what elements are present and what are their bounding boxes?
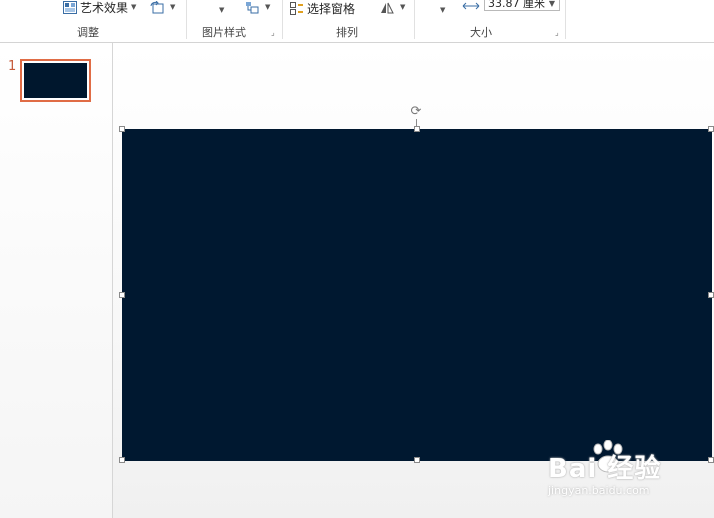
selection-pane-icon [290, 1, 303, 15]
width-icon [462, 2, 480, 10]
rotate-objects-button[interactable]: ▼ [380, 0, 405, 15]
reset-picture-icon [150, 0, 164, 13]
ribbon: 艺术效果 ▼ ▼ 调整 ▼ ▼ 图片样式 ⌟ 选择窗格 ▼ 排列 ▼ 大小 ⌟ … [0, 0, 714, 43]
rotate-objects-icon [381, 2, 394, 13]
rotate-objects-caret-icon: ▼ [400, 3, 406, 11]
art-effects-label: 艺术效果 [80, 0, 129, 15]
art-effects-icon [63, 0, 77, 14]
group-picture-styles: ▼ ▼ 图片样式 ⌟ [187, 0, 282, 42]
resize-handle-top-right[interactable] [708, 126, 714, 132]
group-arrange: 选择窗格 ▼ 排列 [283, 0, 414, 42]
crop-caret-icon[interactable]: ▼ [440, 6, 445, 14]
slide-thumbnail[interactable] [20, 59, 91, 102]
group-label-size: 大小 [470, 26, 492, 39]
resize-handle-left[interactable] [119, 292, 125, 298]
picture-layout-button[interactable]: ▼ [245, 0, 270, 15]
selected-picture[interactable] [122, 129, 712, 461]
slide-number: 1 [8, 59, 17, 74]
resize-handle-top-left[interactable] [119, 126, 125, 132]
picture-border-caret-icon[interactable]: ▼ [219, 6, 224, 14]
watermark-url: jingyan.baidu.com [548, 484, 650, 497]
resize-handle-top[interactable] [414, 126, 420, 132]
art-effects-caret-icon: ▼ [131, 3, 137, 11]
width-input-value: 33.87 厘米 [488, 0, 545, 10]
group-label-picture-styles: 图片样式 [202, 26, 246, 39]
resize-handle-bottom-left[interactable] [119, 457, 125, 463]
slide-thumbnail-preview [24, 63, 87, 98]
picture-layout-caret-icon: ▼ [265, 3, 271, 11]
watermark-brand: Bai 经验 [548, 454, 662, 484]
group-label-arrange: 排列 [336, 26, 358, 39]
slide-thumbnail-pane: 1 [0, 43, 113, 518]
baidu-watermark: Bai 经验 jingyan.baidu.com [548, 440, 708, 500]
reset-picture-caret-icon: ▼ [170, 3, 176, 11]
group-label-adjust: 调整 [77, 26, 99, 39]
group-adjust: 艺术效果 ▼ ▼ 调整 [0, 0, 186, 42]
art-effects-button[interactable]: 艺术效果 ▼ [63, 0, 136, 15]
width-input[interactable]: 33.87 厘米 ▼ [484, 0, 560, 11]
reset-picture-button[interactable]: ▼ [150, 0, 175, 15]
rotate-handle-icon[interactable]: ⟳ [409, 105, 423, 119]
resize-handle-bottom-right[interactable] [708, 457, 714, 463]
picture-styles-launcher-icon[interactable]: ⌟ [271, 29, 279, 37]
selection-pane-button[interactable]: 选择窗格 [290, 0, 355, 16]
group-separator [565, 0, 566, 39]
picture-layout-icon [246, 1, 259, 13]
resize-handle-right[interactable] [708, 292, 714, 298]
selection-pane-label: 选择窗格 [307, 1, 356, 16]
resize-handle-bottom[interactable] [414, 457, 420, 463]
size-launcher-icon[interactable]: ⌟ [555, 29, 563, 37]
width-spinner-down-icon[interactable]: ▼ [549, 0, 555, 10]
